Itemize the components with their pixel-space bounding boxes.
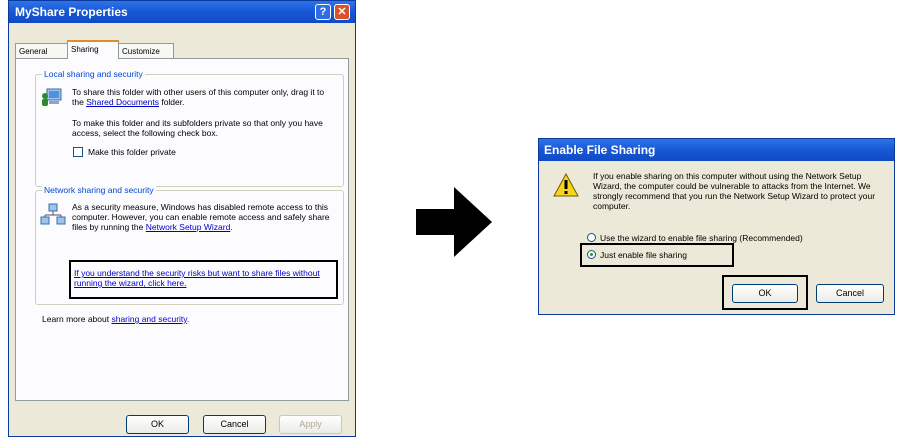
local-para2: To make this folder and its subfolders p… bbox=[72, 118, 323, 138]
warning-icon bbox=[553, 173, 579, 197]
shared-documents-link[interactable]: Shared Documents bbox=[86, 97, 159, 107]
cancel-button[interactable]: Cancel bbox=[203, 415, 266, 434]
make-private-label[interactable]: Make this folder private bbox=[88, 147, 176, 157]
use-wizard-radio[interactable] bbox=[587, 233, 596, 242]
right-arrow-icon bbox=[416, 187, 492, 257]
help-icon[interactable]: ? bbox=[315, 4, 331, 20]
tab-sharing[interactable]: Sharing bbox=[67, 40, 119, 59]
efs-message: If you enable sharing on this computer w… bbox=[593, 171, 876, 211]
ok-highlight-box bbox=[722, 275, 808, 310]
learn-more-end: . bbox=[186, 314, 190, 324]
ok-button[interactable]: OK bbox=[126, 415, 189, 434]
network-sharing-heading: Network sharing and security bbox=[42, 185, 156, 195]
tab-customize[interactable]: Customize bbox=[118, 43, 174, 58]
network-para: As a security measure, Windows has disab… bbox=[72, 202, 334, 232]
dialog-title: MyShare Properties bbox=[15, 5, 128, 19]
learn-more: Learn more about sharing and security. bbox=[42, 314, 189, 324]
efs-dialog-title: Enable File Sharing bbox=[544, 143, 656, 157]
efs-cancel-button[interactable]: Cancel bbox=[816, 284, 884, 303]
apply-button[interactable]: Apply bbox=[279, 415, 342, 434]
title-bar[interactable]: MyShare Properties ? ✕ bbox=[9, 1, 355, 23]
make-private-checkbox[interactable] bbox=[73, 147, 83, 157]
highlight-box bbox=[69, 260, 338, 299]
tab-general[interactable]: General bbox=[15, 43, 69, 58]
network-setup-wizard-link[interactable]: Network Setup Wizard bbox=[146, 222, 231, 232]
efs-title-bar[interactable]: Enable File Sharing bbox=[539, 139, 894, 161]
local-sharing-heading: Local sharing and security bbox=[42, 69, 145, 79]
local-para1: To share this folder with other users of… bbox=[72, 87, 334, 107]
local-para1-end: folder. bbox=[158, 97, 185, 107]
enable-file-sharing-dialog: Enable File Sharing If you enable sharin… bbox=[538, 138, 895, 315]
users-computer-icon bbox=[42, 88, 62, 106]
close-icon[interactable]: ✕ bbox=[334, 4, 350, 20]
sharing-tab-panel: Local sharing and security To share this… bbox=[15, 58, 349, 401]
sharing-and-security-link[interactable]: sharing and security bbox=[111, 314, 186, 324]
learn-more-text: Learn more about bbox=[42, 314, 112, 324]
radio-highlight-box bbox=[580, 243, 734, 267]
network-para-end: . bbox=[230, 222, 233, 232]
network-icon bbox=[40, 203, 66, 225]
myshare-properties-dialog: MyShare Properties ? ✕ General Sharing C… bbox=[8, 0, 356, 437]
use-wizard-label[interactable]: Use the wizard to enable file sharing (R… bbox=[600, 233, 803, 243]
